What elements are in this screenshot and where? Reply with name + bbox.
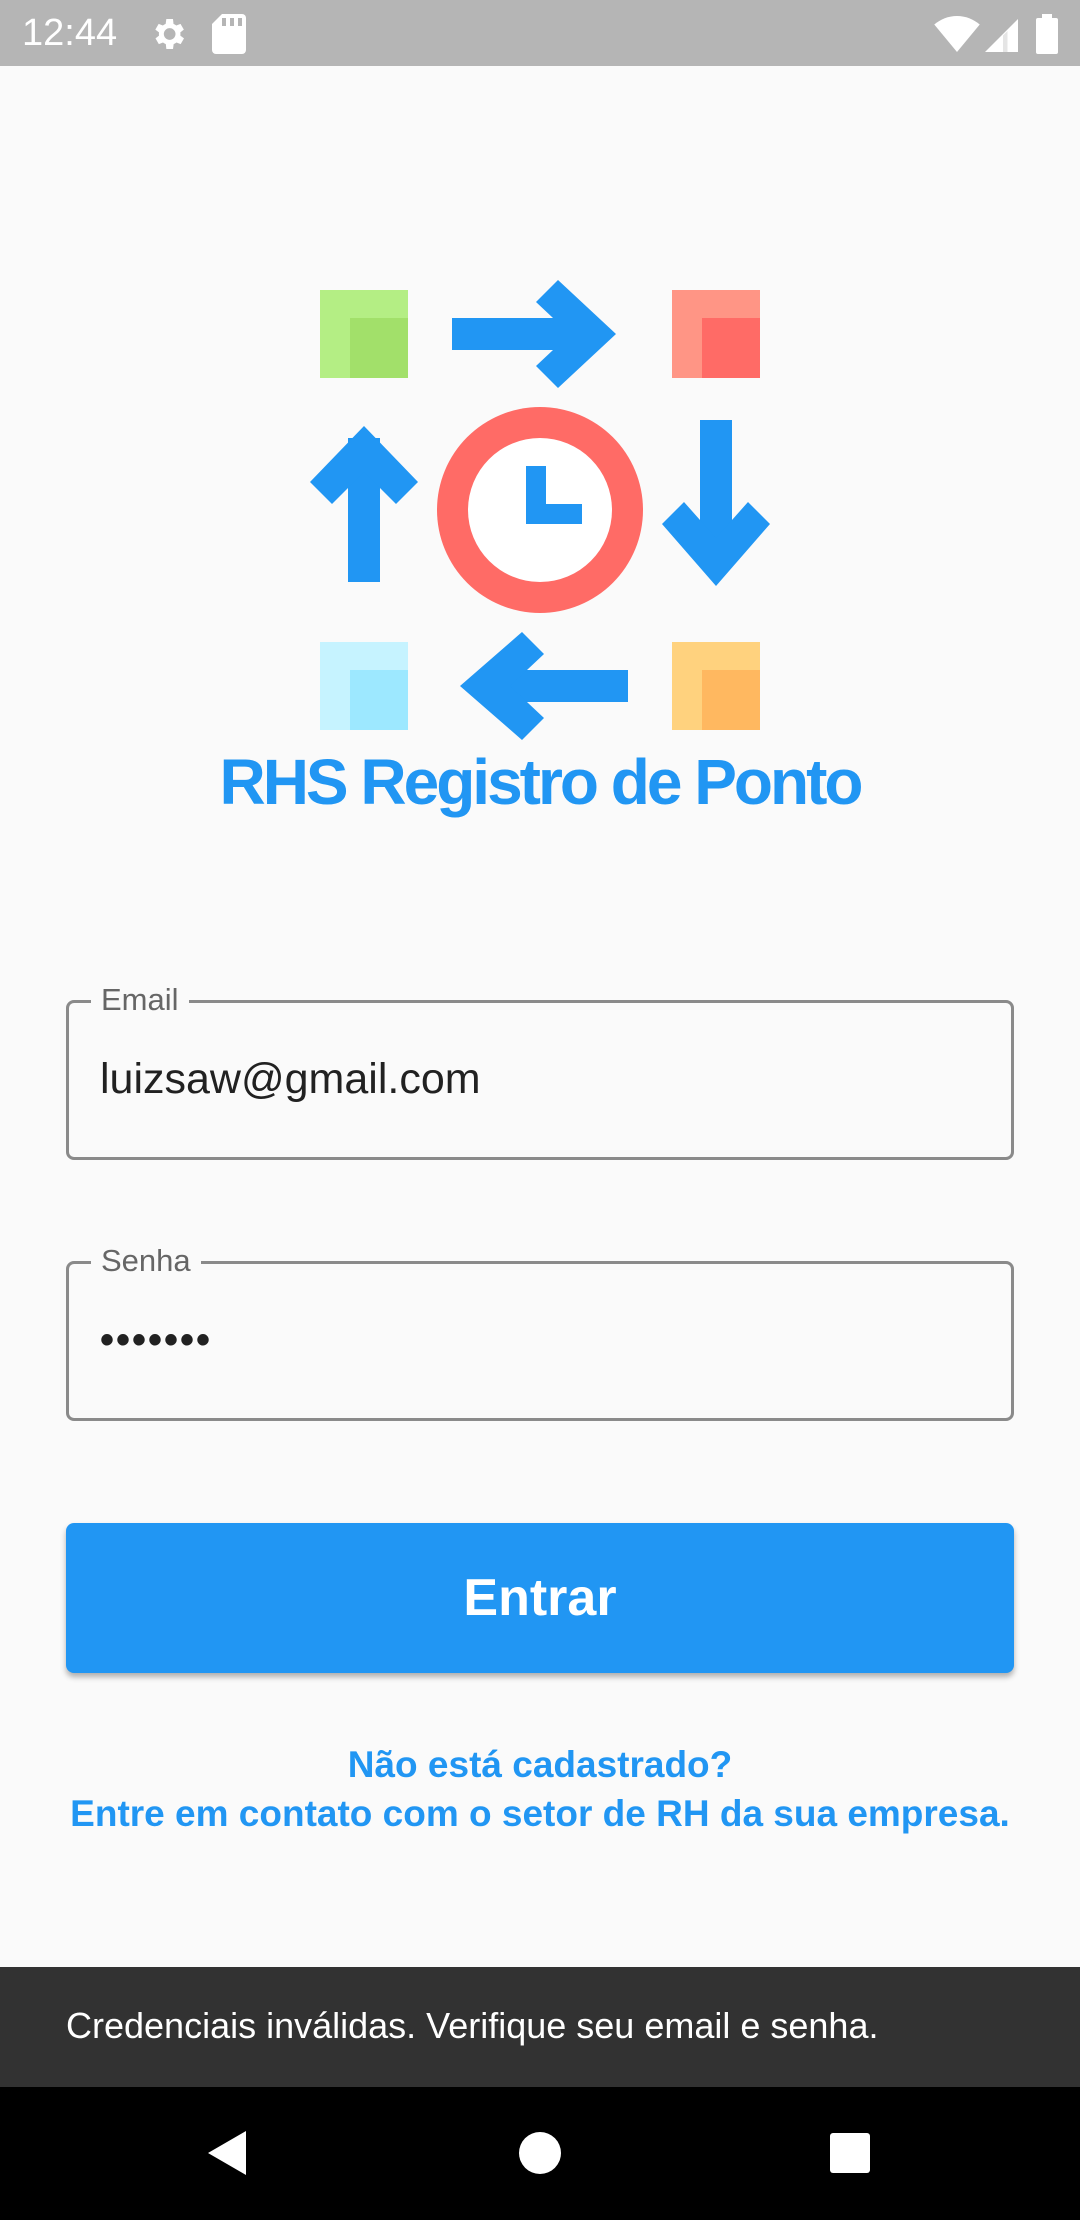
error-snackbar: Credenciais inválidas. Verifique seu ema… (0, 1967, 1080, 2087)
arrow-right-icon (452, 280, 616, 388)
login-button[interactable]: Entrar (66, 1523, 1014, 1673)
cyan-square-icon (320, 642, 408, 730)
battery-icon (1036, 14, 1058, 59)
red-square-icon (672, 290, 760, 378)
green-square-icon (320, 290, 408, 378)
back-icon[interactable] (200, 2123, 260, 2183)
status-time: 12:44 (22, 12, 118, 54)
clock-icon (437, 407, 643, 613)
app-logo (300, 272, 780, 742)
wifi-icon (934, 16, 980, 57)
password-field-label: Senha (91, 1242, 201, 1280)
orange-square-icon (672, 642, 760, 730)
password-field-value[interactable]: ••••••• (100, 1310, 212, 1370)
cellular-signal-icon (982, 16, 1018, 57)
signup-contact-hint[interactable]: Entre em contato com o setor de RH da su… (0, 1789, 1080, 1839)
home-icon[interactable] (510, 2123, 570, 2183)
snackbar-message: Credenciais inválidas. Verifique seu ema… (66, 2005, 879, 2046)
password-field[interactable]: Senha ••••••• (66, 1242, 1014, 1421)
sd-card-icon (212, 14, 246, 59)
email-field-value[interactable]: luizsaw@gmail.com (100, 1049, 481, 1109)
signup-question-link[interactable]: Não está cadastrado? (0, 1740, 1080, 1790)
navigation-bar (0, 2087, 1080, 2220)
status-bar: 12:44 (0, 0, 1080, 66)
arrow-down-icon (662, 420, 770, 586)
app-title: RHS Registro de Ponto (219, 746, 863, 818)
gear-icon (148, 14, 188, 59)
email-field-label: Email (91, 981, 189, 1019)
recents-icon[interactable] (820, 2123, 880, 2183)
email-field[interactable]: Email luizsaw@gmail.com (66, 981, 1014, 1160)
arrow-up-icon (310, 426, 418, 582)
arrow-left-icon (460, 632, 628, 740)
